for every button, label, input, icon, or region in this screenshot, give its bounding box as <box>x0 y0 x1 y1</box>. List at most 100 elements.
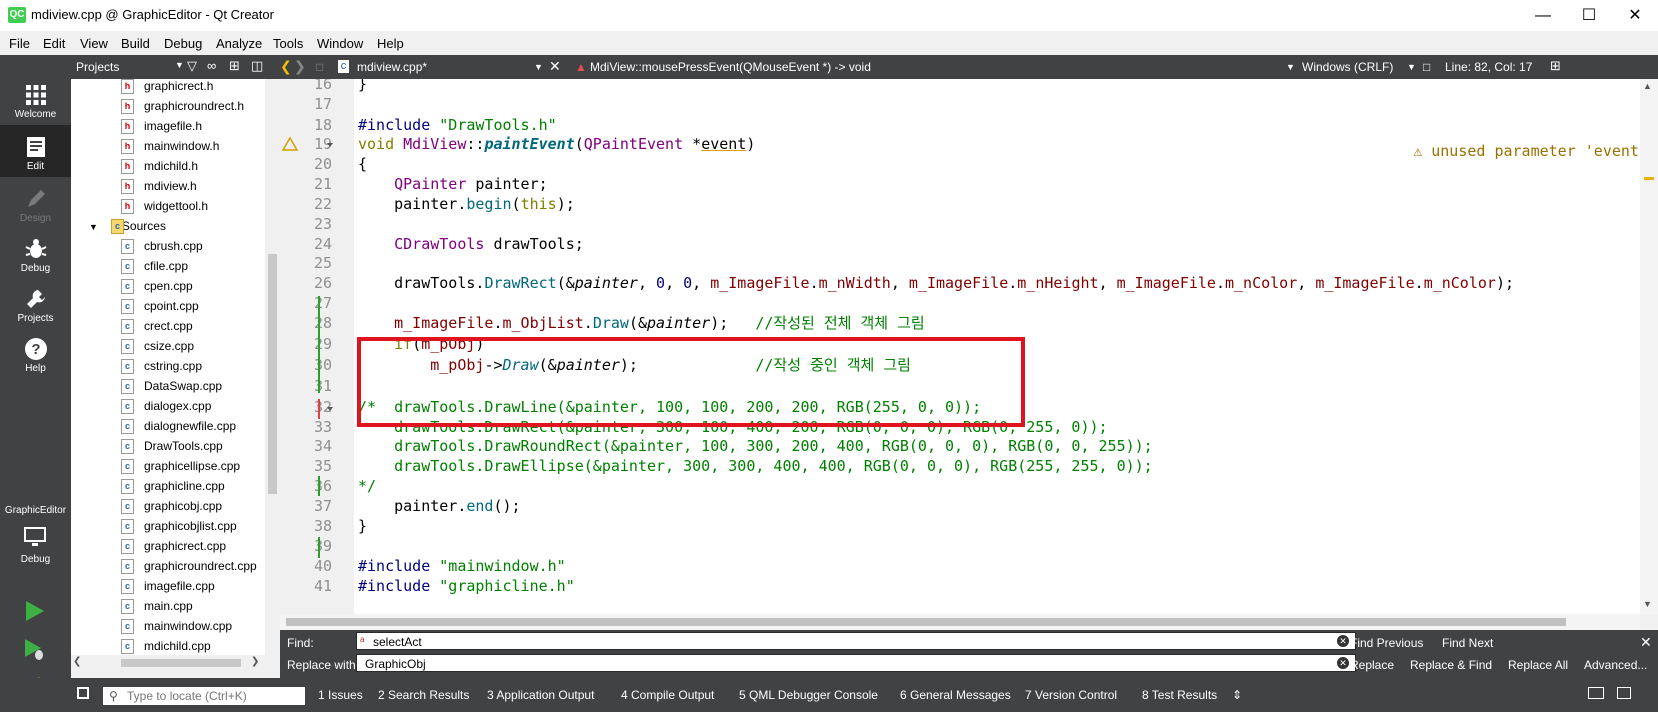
symbol-selector[interactable]: MdiView::mousePressEvent(QMouseEvent *) … <box>590 60 871 74</box>
tree-item[interactable]: c cpen.cpp <box>121 276 193 296</box>
tree-item[interactable]: c cfile.cpp <box>121 256 188 276</box>
find-previous-button[interactable]: Find Previous <box>1350 636 1423 650</box>
code-editor[interactable]: 16 17 18 19 20 21 22 23 24 25 26 27 28 29 30 31 32 33 34 35… <box>280 79 1658 614</box>
locator-input[interactable]: ⚲ Type to locate (Ctrl+K) <box>103 687 305 705</box>
tree-item[interactable]: h mdichild.h <box>121 156 198 176</box>
tree-scroll-thumb[interactable] <box>268 254 277 494</box>
advanced-button[interactable]: Advanced... <box>1584 658 1647 672</box>
kit-selector[interactable]: Debug <box>0 521 71 571</box>
pane-compile-output[interactable]: 4 Compile Output <box>621 688 714 702</box>
tree-horizontal-scrollbar[interactable]: ❮ ❯ <box>71 655 265 671</box>
progress-toggle-icon[interactable] <box>1588 687 1604 699</box>
tree-item[interactable]: c DataSwap.cpp <box>121 376 222 396</box>
tree-item[interactable]: c cbrush.cpp <box>121 236 203 256</box>
tree-item[interactable]: c dialogex.cpp <box>121 396 211 416</box>
tree-item[interactable]: c graphicroundrect.cpp <box>121 556 257 576</box>
menu-analyze[interactable]: Analyze <box>216 36 262 51</box>
split-editor-icon[interactable]: ⊞ <box>1550 58 1561 74</box>
tree-hscroll-thumb[interactable] <box>121 659 241 667</box>
projects-panel-title[interactable]: Projects <box>76 60 119 74</box>
tree-item[interactable]: h graphicrect.h <box>121 79 213 96</box>
pane-test-results[interactable]: 8 Test Results <box>1142 688 1217 702</box>
editor-horizontal-scrollbar[interactable] <box>280 614 1640 630</box>
find-input[interactable]: a selectAct ✕ <box>356 632 1356 650</box>
close-button[interactable]: ✕ <box>1612 0 1658 31</box>
close-document-icon[interactable]: ✕ <box>549 58 561 75</box>
mode-debug[interactable]: Debug <box>0 227 71 279</box>
pane-application-output[interactable]: 3 Application Output <box>487 688 594 702</box>
pane-search-results[interactable]: 2 Search Results <box>378 688 469 702</box>
search-options-icon[interactable]: a <box>360 631 364 649</box>
menu-build[interactable]: Build <box>121 36 150 51</box>
pane-issues[interactable]: 1 Issues <box>318 688 363 702</box>
close-find-icon[interactable]: ✕ <box>1640 634 1652 651</box>
menu-tools[interactable]: Tools <box>273 36 303 51</box>
mode-design[interactable]: Design <box>0 177 71 229</box>
scroll-right-icon[interactable]: ❯ <box>251 656 259 667</box>
tree-item[interactable]: c DrawTools.cpp <box>121 436 223 456</box>
tree-item[interactable]: c graphicrect.cpp <box>121 536 226 556</box>
menu-help[interactable]: Help <box>377 36 404 51</box>
pane-general-messages[interactable]: 6 General Messages <box>900 688 1011 702</box>
tree-item[interactable]: c mdichild.cpp <box>121 636 211 656</box>
replace-button[interactable]: Replace <box>1350 658 1394 672</box>
mode-welcome[interactable]: Welcome <box>0 73 71 125</box>
cursor-position[interactable]: Line: 82, Col: 17 <box>1445 60 1532 74</box>
tree-item[interactable]: h imagefile.h <box>121 116 202 136</box>
mode-projects[interactable]: Projects <box>0 277 71 329</box>
tree-item[interactable]: c graphicobjlist.cpp <box>121 516 237 536</box>
debug-run-button[interactable] <box>22 637 46 661</box>
run-button[interactable] <box>22 599 46 623</box>
line-ending-selector[interactable]: Windows (CRLF) <box>1302 60 1393 74</box>
tree-item[interactable]: c graphicellipse.cpp <box>121 456 240 476</box>
chevron-down-icon[interactable]: ▼ <box>175 60 184 70</box>
tree-item[interactable]: h widgettool.h <box>121 196 208 216</box>
menu-file[interactable]: File <box>9 36 30 51</box>
split-icon[interactable]: ⊞ <box>229 58 240 74</box>
tree-item[interactable]: c mainwindow.cpp <box>121 616 232 636</box>
menu-debug[interactable]: Debug <box>164 36 202 51</box>
minimize-button[interactable]: — <box>1520 0 1566 31</box>
horizontal-scroll-thumb[interactable] <box>286 618 1566 626</box>
clear-find-icon[interactable]: ✕ <box>1337 635 1349 647</box>
mode-help[interactable]: ? Help <box>0 327 71 379</box>
tree-item[interactable]: h mainwindow.h <box>121 136 219 156</box>
menu-window[interactable]: Window <box>317 36 363 51</box>
filter-icon[interactable]: ▽ <box>187 58 197 74</box>
tree-item[interactable]: c graphicobj.cpp <box>121 496 222 516</box>
tree-item[interactable]: c cstring.cpp <box>121 356 202 376</box>
replace-input[interactable]: GraphicObj ✕ <box>356 654 1356 672</box>
find-next-button[interactable]: Find Next <box>1442 636 1493 650</box>
mode-edit[interactable]: Edit <box>0 125 71 177</box>
clear-replace-icon[interactable]: ✕ <box>1337 657 1349 669</box>
tree-folder-sources[interactable]: ▼ c Sources <box>89 216 166 236</box>
chevron-down-icon[interactable]: ▼ <box>89 222 98 232</box>
tree-item[interactable]: c graphicline.cpp <box>121 476 225 496</box>
tree-item[interactable]: c main.cpp <box>121 596 193 616</box>
tree-scrollbar[interactable] <box>265 79 280 671</box>
tree-item[interactable]: c imagefile.cpp <box>121 576 215 596</box>
back-arrow-icon[interactable]: ❮ <box>280 58 292 75</box>
menu-view[interactable]: View <box>80 36 108 51</box>
tree-item[interactable]: h graphicroundrect.h <box>121 96 244 116</box>
scroll-up-icon[interactable]: ▲ <box>1643 81 1652 91</box>
scroll-left-icon[interactable]: ❮ <box>73 656 81 667</box>
toggle-sidebar-icon[interactable] <box>77 687 89 699</box>
tree-item[interactable]: c cpoint.cpp <box>121 296 199 316</box>
pane-version-control[interactable]: 7 Version Control <box>1025 688 1117 702</box>
editor-vertical-scrollbar[interactable]: ▲ ▼ <box>1640 79 1658 614</box>
pane-qml-debugger-console[interactable]: 5 QML Debugger Console <box>739 688 878 702</box>
menu-edit[interactable]: Edit <box>43 36 65 51</box>
tree-item[interactable]: c dialognewfile.cpp <box>121 416 236 436</box>
tree-item[interactable]: c csize.cpp <box>121 336 194 356</box>
tree-item[interactable]: c crect.cpp <box>121 316 193 336</box>
forward-arrow-icon[interactable]: ❯ <box>294 58 306 75</box>
open-file-name[interactable]: mdiview.cpp* <box>357 60 427 74</box>
replace-and-find-button[interactable]: Replace & Find <box>1410 658 1492 672</box>
replace-all-button[interactable]: Replace All <box>1508 658 1568 672</box>
file-dropdown-chevron-icon[interactable]: ▼ <box>534 62 543 72</box>
scroll-down-icon[interactable]: ▼ <box>1643 599 1652 609</box>
line-ending-chevron-icon[interactable]: ▼ <box>1407 62 1416 72</box>
maximize-button[interactable]: ☐ <box>1566 0 1612 31</box>
link-icon[interactable]: ∞ <box>207 58 216 73</box>
